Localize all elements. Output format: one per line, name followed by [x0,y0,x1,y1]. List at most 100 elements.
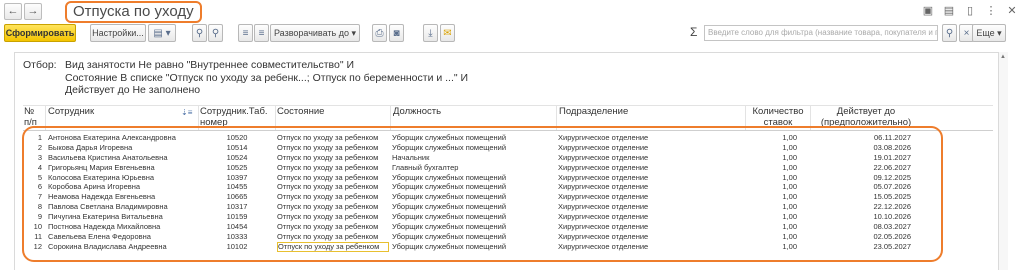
cell-tab-number[interactable]: 10333 [200,232,274,242]
sort-icon[interactable]: ⇣≡ [181,107,192,118]
cell-rate-count[interactable]: 1,00 [747,182,797,192]
cell-department[interactable]: Хирургическое отделение [558,242,743,252]
cell-department[interactable]: Хирургическое отделение [558,192,743,202]
filter-search-button[interactable]: ⚲ [942,24,957,42]
cell-position[interactable]: Уборщик служебных помещений [392,202,552,212]
save-icon[interactable]: ▣ [922,4,934,18]
cell-row-number[interactable]: 12 [23,242,42,252]
search-button[interactable]: ⚲ [192,24,207,42]
cell-valid-until[interactable]: 22.06.2027 [813,163,911,173]
filter-input[interactable]: Введите слово для фильтра (название това… [704,25,938,41]
cell-employee-name[interactable]: Павлова Светлана Владимировна [48,202,198,212]
table-row[interactable]: 2 Быкова Дарья Игоревна 10514 Отпуск по ухо… [23,143,993,153]
cell-position[interactable]: Главный бухгалтер [392,163,552,173]
cell-department[interactable]: Хирургическое отделение [558,222,743,232]
cell-rate-count[interactable]: 1,00 [747,143,797,153]
cell-row-number[interactable]: 1 [23,133,42,143]
cell-row-number[interactable]: 11 [23,232,42,242]
sum-icon[interactable]: Σ [690,25,697,39]
cell-department[interactable]: Хирургическое отделение [558,163,743,173]
cell-row-number[interactable]: 3 [23,153,42,163]
cell-employee-name[interactable]: Быкова Дарья Игоревна [48,143,198,153]
cell-employee-name[interactable]: Неамова Надежда Евгеньевна [48,192,198,202]
header-tab-number[interactable]: Сотрудник.Таб. номер [200,106,274,128]
generate-button[interactable]: Сформировать [4,24,76,42]
variants-dropdown[interactable]: ▤ ▾ [148,24,176,42]
cell-employee-name[interactable]: Пичугина Екатерина Витальевна [48,212,198,222]
collapse-button[interactable]: ≡ [238,24,253,42]
cell-rate-count[interactable]: 1,00 [747,232,797,242]
cell-employee-name[interactable]: Антонова Екатерина Александровна [48,133,198,143]
cell-tab-number[interactable]: 10665 [200,192,274,202]
cell-position[interactable]: Уборщик служебных помещений [392,192,552,202]
cell-tab-number[interactable]: 10525 [200,163,274,173]
cell-rate-count[interactable]: 1,00 [747,202,797,212]
cell-state[interactable]: Отпуск по уходу за ребенком [277,202,389,212]
cell-valid-until[interactable]: 08.03.2027 [813,222,911,232]
table-row[interactable]: 3 Васильева Кристина Анатольевна 10524 Отпу… [23,153,993,163]
search-cancel-button[interactable]: ⚲ [208,24,223,42]
vertical-scrollbar[interactable]: ▲ [998,52,1008,270]
cell-rate-count[interactable]: 1,00 [747,173,797,183]
cell-employee-name[interactable]: Коробова Арина Игоревна [48,182,198,192]
print-icon[interactable]: ▤ [943,4,955,18]
cell-rate-count[interactable]: 1,00 [747,153,797,163]
cell-valid-until[interactable]: 23.05.2027 [813,242,911,252]
cell-position[interactable]: Начальник [392,153,552,163]
cell-department[interactable]: Хирургическое отделение [558,232,743,242]
expand-button[interactable]: ≡ [254,24,269,42]
cell-row-number[interactable]: 10 [23,222,42,232]
cell-row-number[interactable]: 2 [23,143,42,153]
cell-state[interactable]: Отпуск по уходу за ребенком [277,222,389,232]
cell-employee-name[interactable]: Васильева Кристина Анатольевна [48,153,198,163]
cell-tab-number[interactable]: 10454 [200,222,274,232]
table-row[interactable]: 9 Пичугина Екатерина Витальевна 10159 Отпус… [23,212,993,222]
cell-row-number[interactable]: 4 [23,163,42,173]
cell-rate-count[interactable]: 1,00 [747,133,797,143]
back-button[interactable]: ← [4,3,22,20]
cell-state[interactable]: Отпуск по уходу за ребенком [277,182,389,192]
settings-button[interactable]: Настройки... [90,24,146,42]
cell-row-number[interactable]: 9 [23,212,42,222]
cell-tab-number[interactable]: 10102 [200,242,274,252]
cell-rate-count[interactable]: 1,00 [747,163,797,173]
cell-row-number[interactable]: 7 [23,192,42,202]
cell-department[interactable]: Хирургическое отделение [558,143,743,153]
table-row[interactable]: 6 Коробова Арина Игоревна 10455 Отпуск по у… [23,182,993,192]
more-options-icon[interactable]: ⋮ [985,4,997,18]
cell-state[interactable]: Отпуск по уходу за ребенком [277,173,389,183]
cell-position[interactable]: Уборщик служебных помещений [392,133,552,143]
cell-tab-number[interactable]: 10520 [200,133,274,143]
cell-state[interactable]: Отпуск по уходу за ребенком [277,232,389,242]
table-row[interactable]: 10 Постнова Надежда Михайловна 10454 Отпуск… [23,222,993,232]
table-row[interactable]: 7 Неамова Надежда Евгеньевна 10665 Отпуск п… [23,192,993,202]
cell-employee-name[interactable]: Савельева Елена Федоровна [48,232,198,242]
download-button[interactable]: ⤓ [423,24,438,42]
cell-position[interactable]: Уборщик служебных помещений [392,212,552,222]
table-row[interactable]: 11 Савельева Елена Федоровна 10333 Отпуск п… [23,232,993,242]
cell-department[interactable]: Хирургическое отделение [558,182,743,192]
table-row[interactable]: 12 Сорокина Владислава Андреевна 10102 Отпу… [23,241,993,252]
cell-employee-name[interactable]: Григорьянц Мария Евгеньевна [48,163,198,173]
cell-department[interactable]: Хирургическое отделение [558,202,743,212]
cell-tab-number[interactable]: 10455 [200,182,274,192]
header-num[interactable]: № п/п [24,106,44,128]
cell-state[interactable]: Отпуск по уходу за ребенком [277,241,389,252]
cell-position[interactable]: Уборщик служебных помещений [392,143,552,153]
cell-valid-until[interactable]: 10.10.2026 [813,212,911,222]
cell-tab-number[interactable]: 10524 [200,153,274,163]
header-employee[interactable]: Сотрудник [48,106,178,117]
table-row[interactable]: 5 Колосова Екатерина Юрьевна 10397 Отпуск п… [23,173,993,183]
cell-tab-number[interactable]: 10159 [200,212,274,222]
table-row[interactable]: 8 Павлова Светлана Владимировна 10317 Отпус… [23,202,993,212]
table-row[interactable]: 4 Григорьянц Мария Евгеньевна 10525 Отпуск … [23,163,993,173]
more-button[interactable]: Еще ▾ [972,24,1006,42]
cell-row-number[interactable]: 5 [23,173,42,183]
cell-department[interactable]: Хирургическое отделение [558,133,743,143]
cell-valid-until[interactable]: 05.07.2026 [813,182,911,192]
cell-position[interactable]: Уборщик служебных помещений [392,232,552,242]
cell-row-number[interactable]: 6 [23,182,42,192]
cell-row-number[interactable]: 8 [23,202,42,212]
preview-button[interactable]: ◙ [389,24,404,42]
header-department[interactable]: Подразделение [559,106,739,117]
